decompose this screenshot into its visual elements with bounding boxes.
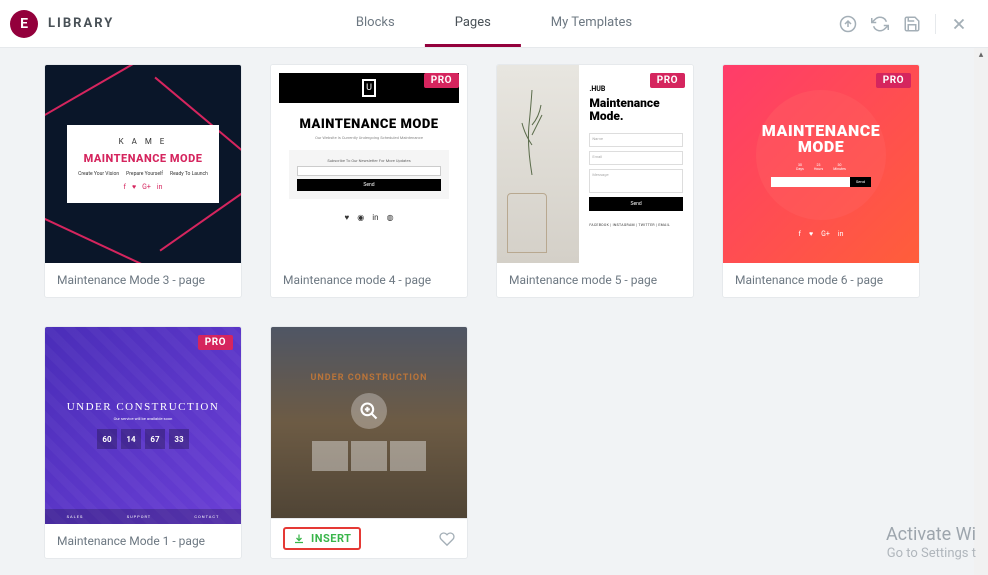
template-preview: PRO UNDER CONSTRUCTION Our service will …	[45, 327, 241, 525]
windows-watermark: Activate Wi Go to Settings t	[886, 523, 976, 563]
preview-logo: K A M E	[75, 137, 212, 146]
template-card[interactable]: K A M E MAINTENANCE MODE Create Your Vis…	[44, 64, 242, 298]
close-icon[interactable]	[950, 15, 968, 33]
countdown-timers: 30Days 23Hours 30Minutes	[796, 163, 846, 171]
preview-footer: SALES SUPPORT CONTACT	[45, 509, 241, 524]
divider	[935, 14, 936, 34]
template-preview: PRO U MAINTENANCE MODE Our Website Is Cu…	[271, 65, 467, 263]
preview-heading: UNDER CONSTRUCTION	[311, 373, 428, 383]
download-icon	[293, 533, 305, 545]
template-title: Maintenance mode 5 - page	[497, 263, 693, 297]
tab-pages[interactable]: Pages	[425, 0, 521, 47]
template-preview: PRO MAINTENANCE MODE 30Days 23Hours 30Mi…	[723, 65, 919, 263]
header-actions	[839, 14, 988, 34]
social-icons: f♥G+in	[75, 183, 212, 191]
templates-grid: K A M E MAINTENANCE MODE Create Your Vis…	[0, 48, 988, 575]
tab-my-templates[interactable]: My Templates	[521, 0, 662, 47]
tabs: Blocks Pages My Templates	[326, 0, 662, 47]
preview-sub: Our Website Is Currently Undergoing Sche…	[279, 135, 459, 140]
template-card[interactable]: PRO UNDER CONSTRUCTION Our service will …	[44, 326, 242, 560]
pro-badge: PRO	[424, 73, 459, 88]
upload-icon[interactable]	[839, 15, 857, 33]
insert-button[interactable]: INSERT	[283, 527, 361, 550]
tab-blocks[interactable]: Blocks	[326, 0, 425, 47]
preview-heading: MAINTENANCE MODE	[279, 117, 459, 132]
preview-logo-icon: U	[362, 79, 376, 97]
pro-badge: PRO	[198, 335, 233, 350]
header: E LIBRARY Blocks Pages My Templates	[0, 0, 988, 48]
elementor-logo-icon: E	[10, 10, 38, 38]
template-title: Maintenance Mode 3 - page	[45, 263, 241, 297]
template-card[interactable]: PRO MAINTENANCE MODE 30Days 23Hours 30Mi…	[722, 64, 920, 298]
template-preview[interactable]: UNDER CONSTRUCTION	[271, 327, 467, 519]
template-title: Maintenance Mode 1 - page	[45, 524, 241, 558]
social-icons: ♥◉in◍	[279, 213, 459, 222]
save-icon[interactable]	[903, 15, 921, 33]
scroll-up-icon[interactable]: ▴	[974, 48, 988, 62]
template-card[interactable]: PRO .HUB Maintenance Mode. Name Email Me…	[496, 64, 694, 298]
magnify-icon[interactable]	[351, 393, 387, 429]
logo-area: E LIBRARY	[0, 10, 114, 38]
countdown-timers: 60 14 67 33	[97, 429, 189, 449]
template-title: Maintenance mode 4 - page	[271, 263, 467, 297]
template-card[interactable]: PRO U MAINTENANCE MODE Our Website Is Cu…	[270, 64, 468, 298]
sync-icon[interactable]	[871, 15, 889, 33]
template-preview: PRO .HUB Maintenance Mode. Name Email Me…	[497, 65, 693, 263]
card-footer: INSERT	[271, 518, 467, 558]
preview-heading: MAINTENANCE MODE	[756, 123, 886, 155]
pro-badge: PRO	[650, 73, 685, 88]
scrollbar[interactable]: ▴	[974, 48, 988, 575]
social-icons: f♥G+in	[799, 230, 844, 238]
template-preview: K A M E MAINTENANCE MODE Create Your Vis…	[45, 65, 241, 263]
preview-heading: Maintenance Mode.	[589, 97, 683, 123]
favorite-icon[interactable]	[439, 531, 455, 547]
preview-heading: MAINTENANCE MODE	[75, 152, 212, 165]
template-card-hover[interactable]: UNDER CONSTRUCTION INSERT	[270, 326, 468, 560]
pro-badge: PRO	[876, 73, 911, 88]
preview-heading: UNDER CONSTRUCTION	[67, 401, 220, 413]
template-title: Maintenance mode 6 - page	[723, 263, 919, 297]
library-title: LIBRARY	[48, 16, 114, 31]
